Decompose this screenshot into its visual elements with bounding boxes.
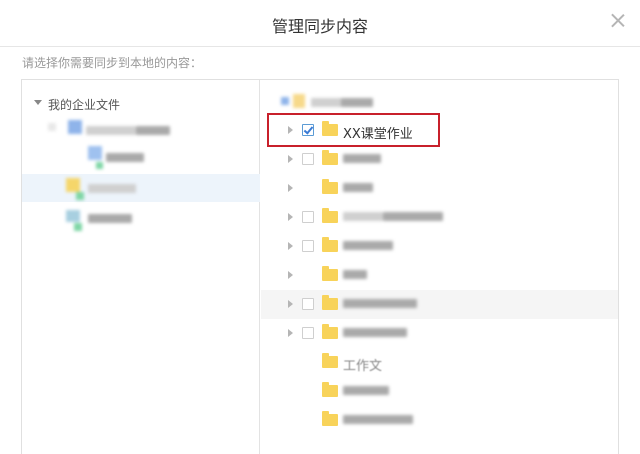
- list-item[interactable]: 工作文: [261, 348, 618, 377]
- folder-icon: [322, 382, 338, 397]
- item-checkbox[interactable]: [302, 327, 314, 339]
- chevron-down-icon[interactable]: [34, 100, 42, 105]
- folder-icon: [322, 150, 338, 165]
- folder-icon: [322, 353, 338, 368]
- tree-node[interactable]: [48, 120, 170, 142]
- list-item[interactable]: [261, 232, 618, 261]
- item-checkbox[interactable]: [302, 153, 314, 165]
- tree-node-selected[interactable]: [22, 174, 260, 202]
- chevron-right-icon[interactable]: [288, 329, 293, 337]
- chevron-right-icon[interactable]: [288, 213, 293, 221]
- folder-tree: 我的企业文件: [22, 80, 260, 454]
- list-item[interactable]: [261, 377, 618, 406]
- list-item[interactable]: [261, 174, 618, 203]
- tree-node[interactable]: [80, 146, 160, 172]
- list-item[interactable]: [261, 319, 618, 348]
- tree-root-label: 我的企业文件: [48, 98, 121, 112]
- chevron-right-icon[interactable]: [288, 242, 293, 250]
- chevron-right-icon[interactable]: [288, 300, 293, 308]
- folder-icon: [322, 295, 338, 310]
- list-item[interactable]: [261, 203, 618, 232]
- dialog-header: 管理同步内容: [0, 0, 640, 47]
- folder-icon: [322, 324, 338, 339]
- folder-icon: [322, 179, 338, 194]
- folder-icon: [322, 237, 338, 252]
- list-item[interactable]: [261, 406, 618, 435]
- item-checkbox[interactable]: [302, 211, 314, 223]
- folder-icon: [322, 266, 338, 281]
- item-checkbox[interactable]: [302, 240, 314, 252]
- tree-node[interactable]: [66, 208, 166, 234]
- select-prompt: 请选择你需要同步到本地的内容：: [22, 56, 203, 70]
- item-label: 工作文: [343, 359, 383, 374]
- chevron-right-icon[interactable]: [288, 271, 293, 279]
- chevron-right-icon[interactable]: [288, 155, 293, 163]
- list-item[interactable]: [261, 145, 618, 174]
- list-item[interactable]: [261, 261, 618, 290]
- folder-icon: [322, 411, 338, 426]
- item-checkbox[interactable]: [302, 298, 314, 310]
- highlight-annotation: [267, 113, 440, 147]
- list-header: [281, 94, 401, 110]
- folder-icon: [322, 208, 338, 223]
- dialog-title: 管理同步内容: [271, 17, 368, 36]
- close-icon[interactable]: [610, 12, 626, 28]
- chevron-right-icon[interactable]: [288, 184, 293, 192]
- manage-sync-dialog: 管理同步内容 请选择你需要同步到本地的内容： 我的企业文件 XX课堂作业 工作文: [0, 0, 640, 454]
- list-item[interactable]: [261, 290, 618, 319]
